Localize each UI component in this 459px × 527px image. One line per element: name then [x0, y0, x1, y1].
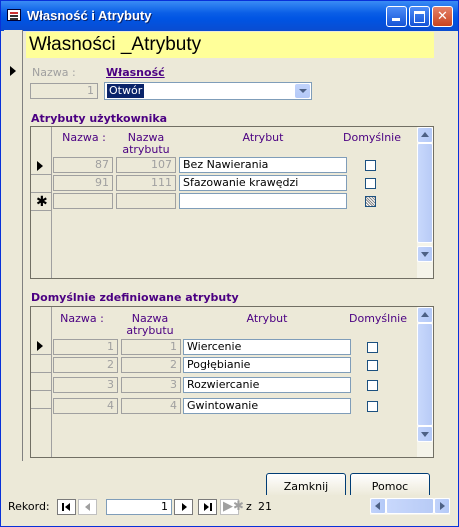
cell-nazwa-atrybutu: 3: [121, 377, 181, 393]
scroll-thumb[interactable]: [417, 143, 433, 243]
cell-nazwa-atrybutu: 4: [121, 398, 181, 414]
cell-nazwa: 2: [53, 357, 118, 373]
default-checkbox[interactable]: [367, 380, 378, 391]
page-title: Własności _Atrybuty: [29, 34, 202, 55]
first-record-icon: [62, 503, 64, 511]
chevron-left-icon: [375, 502, 380, 510]
cell-atrybut[interactable]: Gwintowanie: [183, 398, 351, 414]
scroll-thumb[interactable]: [386, 498, 434, 514]
first-record-button[interactable]: [57, 499, 76, 515]
scroll-left-button[interactable]: [370, 498, 386, 514]
cell-nazwa: 4: [53, 398, 118, 414]
cell-nazwa: 3: [53, 377, 118, 393]
col-header-nazwa-atrybutu: Nazwa atrybutu: [126, 312, 174, 337]
row-selector[interactable]: [31, 157, 51, 175]
record-of-label: z: [246, 500, 252, 513]
row-selector[interactable]: [31, 337, 51, 355]
minimize-button[interactable]: [386, 6, 407, 27]
col-header-atrybut: Atrybut: [242, 131, 284, 144]
col-header-nazwa-atrybutu: Nazwa atrybutu: [122, 131, 170, 156]
row-selector[interactable]: [31, 391, 51, 409]
row-selector[interactable]: [31, 175, 51, 193]
new-row-selector[interactable]: ✱: [31, 193, 51, 211]
cell-nazwa-atrybutu: 1: [121, 339, 181, 355]
close-button-label: Zamknij: [283, 480, 329, 493]
cell-nazwa: 87: [53, 157, 113, 173]
cell-nazwa-atrybutu-new: [116, 193, 176, 209]
form-header: Własności _Atrybuty: [26, 32, 434, 58]
new-record-icon: ▶✱: [223, 499, 244, 514]
last-record-icon: [204, 503, 209, 511]
cell-nazwa-new: [53, 193, 113, 209]
current-record-icon: [10, 66, 16, 76]
default-checkbox[interactable]: [365, 178, 376, 189]
last-record-button[interactable]: [198, 499, 217, 515]
help-button-label: Pomoc: [371, 480, 409, 493]
record-label: Rekord:: [8, 500, 50, 513]
cell-atrybut[interactable]: Sfazowanie krawędzi: [179, 175, 347, 191]
scroll-up-button[interactable]: [417, 127, 433, 143]
default-attrs-title: Domyślnie zdefiniowane atrybuty: [31, 291, 239, 304]
scroll-down-button[interactable]: [417, 246, 433, 262]
default-checkbox[interactable]: [367, 401, 378, 412]
chevron-down-icon[interactable]: [295, 84, 310, 98]
default-checkbox[interactable]: [367, 342, 378, 353]
cell-atrybut[interactable]: Bez Nawierania: [179, 157, 347, 173]
col-header-atrybut: Atrybut: [246, 312, 288, 325]
user-attrs-title: Atrybuty użytkownika: [31, 112, 168, 125]
wlasnosc-combo[interactable]: Otwór: [104, 82, 312, 100]
next-record-button[interactable]: [174, 499, 193, 515]
col-header-domyslnie: Domyślnie: [349, 312, 408, 325]
cell-atrybut-new[interactable]: [179, 193, 347, 209]
default-checkbox[interactable]: [365, 160, 376, 171]
close-button[interactable]: ✕: [432, 6, 453, 27]
previous-record-icon: [85, 503, 90, 511]
scroll-thumb[interactable]: [417, 323, 433, 426]
chevron-right-icon: [440, 502, 445, 510]
record-navigation-bar: Rekord: 1 ▶✱ z 21: [4, 495, 453, 523]
record-total: 21: [258, 500, 272, 513]
cell-atrybut[interactable]: Wiercenie: [183, 339, 351, 355]
window-title: Własność i Atrybuty: [27, 8, 152, 23]
title-bar[interactable]: Własność i Atrybuty ✕: [1, 1, 458, 31]
row-selector[interactable]: [31, 355, 51, 373]
cell-atrybut[interactable]: Pogłębianie: [183, 357, 351, 373]
current-row-icon: [37, 161, 43, 171]
nazwa-label: Nazwa :: [32, 66, 76, 79]
new-record-icon: ✱: [36, 194, 48, 210]
maximize-button[interactable]: [409, 6, 430, 27]
form-icon: [7, 9, 21, 21]
cell-atrybut[interactable]: Rozwiercanie: [183, 377, 351, 393]
wlasnosc-label: Własność: [106, 66, 165, 79]
default-checkbox[interactable]: [367, 360, 378, 371]
row-selector[interactable]: [31, 373, 51, 391]
cell-nazwa-atrybutu: 111: [116, 175, 176, 191]
cell-nazwa: 91: [53, 175, 113, 191]
record-number-input[interactable]: 1: [106, 499, 172, 515]
wlasnosc-value: Otwór: [107, 84, 145, 98]
default-checkbox-new[interactable]: [365, 196, 376, 207]
scroll-up-button[interactable]: [417, 307, 433, 323]
nazwa-field: 1: [30, 83, 98, 99]
next-record-icon: [182, 503, 187, 511]
minimize-icon: [392, 18, 400, 21]
current-row-icon: [37, 341, 43, 351]
new-record-button[interactable]: ▶✱: [220, 499, 244, 515]
col-header-nazwa: Nazwa :: [60, 312, 104, 325]
maximize-icon: [414, 11, 425, 23]
previous-record-button[interactable]: [78, 499, 97, 515]
close-icon: ✕: [437, 9, 448, 24]
vertical-scrollbar[interactable]: [417, 127, 433, 278]
cell-nazwa-atrybutu: 2: [121, 357, 181, 373]
scroll-right-button[interactable]: [434, 498, 450, 514]
cell-nazwa: 1: [53, 339, 118, 355]
cell-nazwa-atrybutu: 107: [116, 157, 176, 173]
horizontal-scrollbar[interactable]: [370, 498, 450, 515]
col-header-domyslnie: Domyślnie: [343, 131, 402, 144]
scroll-down-button[interactable]: [417, 426, 433, 442]
col-header-nazwa: Nazwa :: [62, 131, 106, 144]
record-selector[interactable]: [4, 30, 23, 461]
vertical-scrollbar[interactable]: [417, 307, 433, 457]
